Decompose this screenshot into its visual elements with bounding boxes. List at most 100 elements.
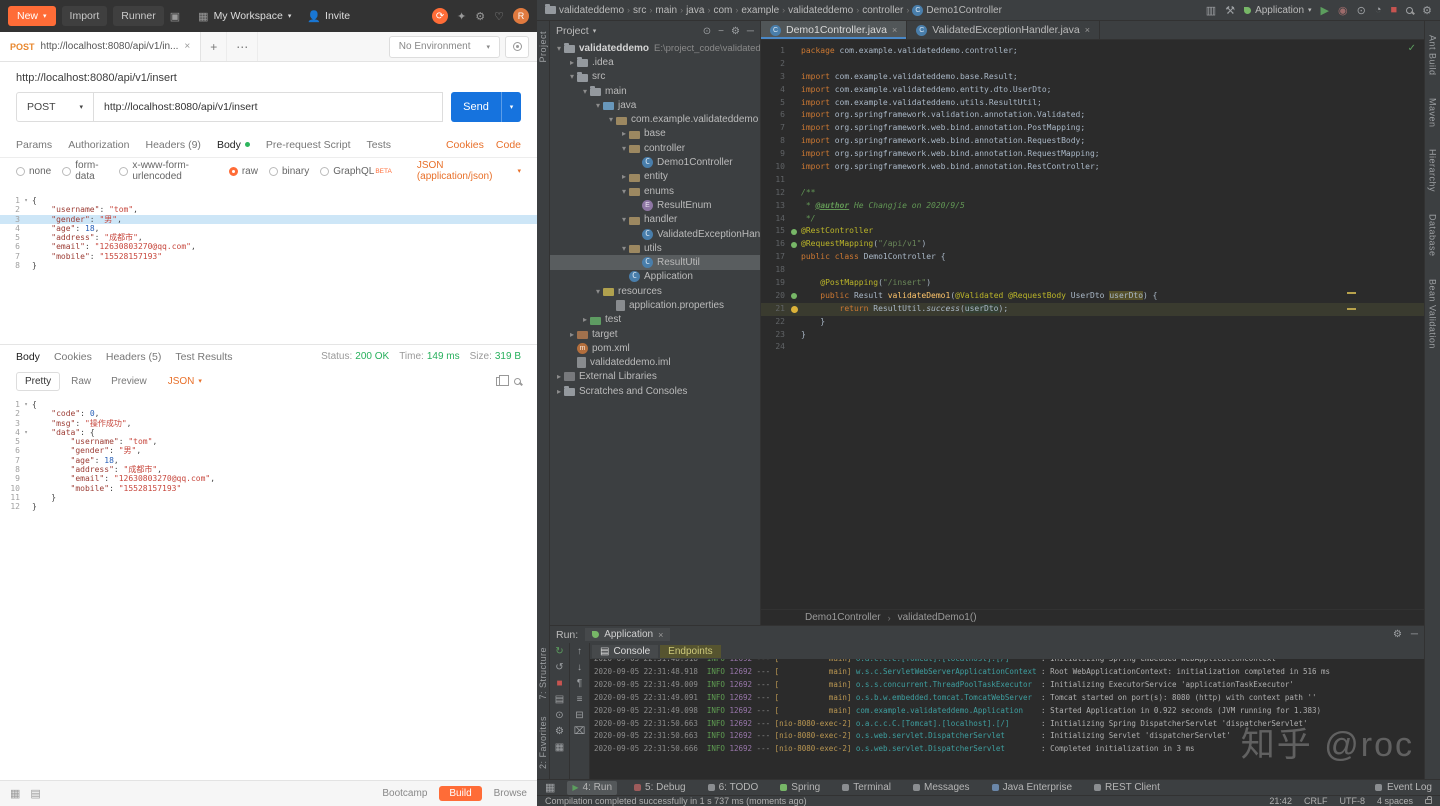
tree-item[interactable]: CApplication bbox=[550, 270, 760, 284]
toolwindow-messages[interactable]: Messages bbox=[908, 781, 975, 795]
gc-icon[interactable]: ⊙ bbox=[555, 710, 563, 721]
chevron-down-icon[interactable]: ▾ bbox=[619, 215, 629, 224]
bootcamp-link[interactable]: Bootcamp bbox=[382, 788, 427, 799]
inspections-ok-icon[interactable]: ✓ bbox=[1408, 43, 1416, 54]
close-icon[interactable]: × bbox=[184, 41, 190, 52]
tree-item[interactable]: ▸target bbox=[550, 327, 760, 341]
tree-item[interactable]: ▾com.example.validateddemo bbox=[550, 112, 760, 126]
stripe-button-database[interactable]: Database bbox=[1428, 214, 1438, 257]
locate-icon[interactable]: ⊙ bbox=[703, 26, 711, 37]
response-tab-headers-5-[interactable]: Headers (5) bbox=[106, 351, 161, 363]
settings-icon[interactable]: ⚙ bbox=[475, 10, 485, 23]
body-mode-x-www-form-urlencoded[interactable]: x-www-form-urlencoded bbox=[119, 160, 217, 182]
layout-icon[interactable]: ▦ bbox=[10, 787, 20, 800]
tree-item[interactable]: ▾controller bbox=[550, 141, 760, 155]
view-pretty[interactable]: Pretty bbox=[16, 372, 60, 391]
tree-item[interactable]: ▸External Libraries bbox=[550, 370, 760, 384]
tree-item[interactable]: ▸.idea bbox=[550, 55, 760, 69]
chevron-right-icon[interactable]: ▸ bbox=[619, 172, 629, 181]
run-tab-application[interactable]: Application × bbox=[585, 628, 670, 641]
status-widget[interactable]: UTF-8 bbox=[1339, 796, 1365, 806]
invite-button[interactable]: 👤Invite bbox=[307, 10, 350, 23]
tree-item[interactable]: mpom.xml bbox=[550, 341, 760, 355]
breadcrumb-item[interactable]: example bbox=[741, 5, 779, 16]
chevron-down-icon[interactable]: ▾ bbox=[580, 87, 590, 96]
chevron-right-icon[interactable]: ▸ bbox=[567, 330, 577, 339]
settings-icon[interactable]: ⚙ bbox=[731, 26, 740, 37]
stripe-button-hierarchy[interactable]: Hierarchy bbox=[1428, 149, 1438, 192]
rerun-icon[interactable]: ↻ bbox=[555, 646, 563, 657]
body-mode-binary[interactable]: binary bbox=[269, 166, 309, 177]
breadcrumb-item[interactable]: main bbox=[655, 5, 677, 16]
lock-icon[interactable] bbox=[1425, 799, 1432, 804]
close-icon[interactable]: × bbox=[892, 25, 897, 35]
editor-tab[interactable]: CDemo1Controller.java× bbox=[761, 21, 907, 39]
chevron-down-icon[interactable]: ▾ bbox=[567, 72, 577, 81]
copy-icon[interactable] bbox=[496, 377, 504, 386]
response-tab-test-results[interactable]: Test Results bbox=[175, 351, 232, 363]
view-raw[interactable]: Raw bbox=[62, 372, 100, 391]
response-tab-cookies[interactable]: Cookies bbox=[54, 351, 92, 363]
settings-icon[interactable]: ⚙ bbox=[555, 726, 564, 737]
chevron-down-icon[interactable]: ▾ bbox=[606, 115, 616, 124]
response-format-selector[interactable]: JSON▾ bbox=[168, 376, 202, 387]
tree-item[interactable]: application.properties bbox=[550, 298, 760, 312]
settings-icon[interactable]: ⚙ bbox=[1422, 4, 1432, 17]
method-selector[interactable]: POST▾ bbox=[16, 92, 94, 122]
tree-item[interactable]: ▸test bbox=[550, 313, 760, 327]
new-tab-button[interactable]: + bbox=[201, 32, 227, 61]
environment-selector[interactable]: No Environment▾ bbox=[389, 36, 500, 58]
new-button[interactable]: New▾ bbox=[8, 6, 56, 26]
tree-item[interactable]: ▾handler bbox=[550, 213, 760, 227]
view-preview[interactable]: Preview bbox=[102, 372, 156, 391]
chevron-down-icon[interactable]: ▾ bbox=[593, 287, 603, 296]
send-button[interactable]: Send bbox=[451, 92, 501, 122]
rerun-spring-icon[interactable]: ↺ bbox=[555, 662, 563, 673]
tab-endpoints[interactable]: Endpoints bbox=[660, 645, 720, 658]
tab-pre-request-script[interactable]: Pre-request Script bbox=[266, 139, 351, 151]
status-widget[interactable]: 21:42 bbox=[1269, 796, 1292, 806]
body-mode-raw[interactable]: raw bbox=[229, 166, 258, 177]
toolwindow-debug[interactable]: 5: Debug bbox=[629, 781, 691, 795]
tab-headers-9-[interactable]: Headers (9) bbox=[145, 139, 200, 151]
breadcrumb-item[interactable]: com bbox=[713, 5, 732, 16]
scroll-end-icon[interactable]: ≡ bbox=[577, 694, 583, 705]
pin-icon[interactable]: ▦ bbox=[555, 742, 564, 753]
code-link[interactable]: Code bbox=[496, 139, 521, 151]
spring-bean-icon[interactable] bbox=[791, 293, 797, 299]
tree-item[interactable]: ▸base bbox=[550, 127, 760, 141]
profiler-icon[interactable]: ◔ bbox=[1375, 4, 1382, 16]
stop-icon[interactable]: ■ bbox=[556, 678, 562, 689]
status-widget[interactable]: 4 spaces bbox=[1377, 796, 1413, 806]
tab-authorization[interactable]: Authorization bbox=[68, 139, 129, 151]
toolwindow-spring[interactable]: Spring bbox=[775, 781, 825, 795]
toolwindow-rest[interactable]: REST Client bbox=[1089, 781, 1165, 795]
code-editor[interactable]: ✓ 1package com.example.validateddemo.con… bbox=[761, 40, 1424, 609]
tree-item[interactable]: ▾utils bbox=[550, 241, 760, 255]
toolwindow-jee[interactable]: Java Enterprise bbox=[987, 781, 1077, 795]
tree-item[interactable]: ▾resources bbox=[550, 284, 760, 298]
cookies-link[interactable]: Cookies bbox=[446, 139, 484, 151]
import-button[interactable]: Import bbox=[62, 6, 108, 26]
chevron-down-icon[interactable]: ▾ bbox=[593, 101, 603, 110]
status-widget[interactable]: CRLF bbox=[1304, 796, 1328, 806]
tree-item[interactable]: CDemo1Controller bbox=[550, 155, 760, 169]
avatar[interactable]: R bbox=[513, 8, 529, 24]
breadcrumb-item[interactable]: validateddemo bbox=[545, 5, 624, 16]
minimize-icon[interactable]: ─ bbox=[1411, 629, 1418, 640]
tree-item[interactable]: CResultUtil bbox=[550, 255, 760, 269]
breadcrumb-item[interactable]: CDemo1Controller bbox=[912, 5, 1002, 16]
tree-item[interactable]: ▸Scratches and Consoles bbox=[550, 384, 760, 398]
stripe-button-2-favorites[interactable]: 2: Favorites bbox=[538, 716, 548, 769]
chevron-right-icon[interactable]: ▸ bbox=[619, 129, 629, 138]
stripe-button-bean-validation[interactable]: Bean Validation bbox=[1428, 279, 1438, 349]
satellite-icon[interactable]: ✦ bbox=[457, 10, 466, 23]
request-tab[interactable]: POST http://localhost:8080/api/v1/in... … bbox=[0, 32, 201, 61]
project-stripe-button[interactable]: Project bbox=[538, 31, 548, 63]
tree-item[interactable]: ▾java bbox=[550, 98, 760, 112]
console-icon[interactable]: ▤ bbox=[30, 787, 40, 800]
down-stack-icon[interactable]: ↓ bbox=[577, 662, 582, 673]
tree-item[interactable]: EResultEnum bbox=[550, 198, 760, 212]
content-type-selector[interactable]: JSON (application/json)▾ bbox=[417, 160, 521, 182]
up-stack-icon[interactable]: ↑ bbox=[577, 646, 582, 657]
